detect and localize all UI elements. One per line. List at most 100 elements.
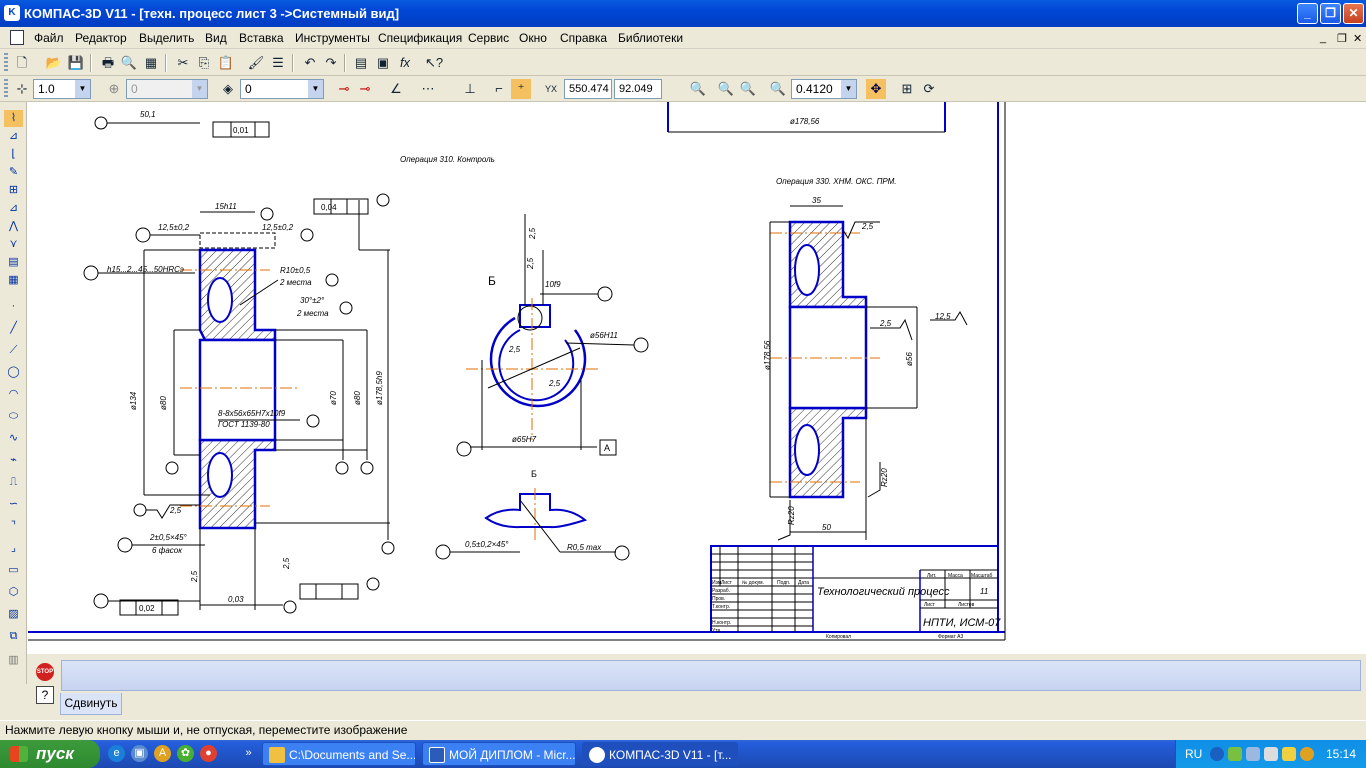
redo-icon[interactable]: ↷ (321, 53, 341, 73)
toolbar-grip[interactable] (4, 53, 8, 73)
save-icon[interactable]: 💾 (66, 53, 86, 73)
hatch-icon[interactable]: ▨ (4, 606, 23, 623)
minimize-button[interactable]: _ (1297, 3, 1318, 24)
circle-icon[interactable]: ◯ (4, 364, 23, 381)
kompas-app-icon[interactable]: K (4, 5, 20, 21)
menu-service[interactable]: Сервис (468, 31, 509, 45)
doc-minimize-icon[interactable]: _ (1320, 32, 1326, 44)
polyline-icon[interactable]: ⎍ (4, 474, 23, 491)
refresh-icon[interactable]: ⟳ (919, 79, 939, 99)
properties-icon[interactable]: ▦ (141, 53, 161, 73)
layers-icon[interactable]: ◈ (218, 79, 238, 99)
library-icon[interactable]: ▣ (373, 53, 393, 73)
list-icon[interactable]: ☰ (268, 53, 288, 73)
snap-settings-icon[interactable]: ⊸ (355, 79, 375, 99)
tray-app-icon[interactable] (1300, 747, 1314, 761)
print-preview-icon[interactable]: 🔍 (119, 53, 139, 73)
task-explorer[interactable]: C:\Documents and Se... (262, 742, 416, 766)
menu-libraries[interactable]: Библиотеки (618, 31, 683, 45)
context-help-icon[interactable]: ↖? (424, 53, 444, 73)
chrome-icon[interactable]: ● (200, 745, 217, 762)
clock[interactable]: 15:14 (1326, 747, 1356, 761)
round-coords-icon[interactable]: ⁺ (511, 79, 531, 99)
language-indicator[interactable]: RU (1185, 747, 1202, 761)
doc-restore-icon[interactable]: ❐ (1337, 32, 1347, 45)
segment-icon[interactable]: ⟋ (4, 342, 23, 359)
nurbs-icon[interactable]: ∿ (4, 430, 23, 447)
open-icon[interactable]: 📂 (44, 53, 64, 73)
menu-file[interactable]: Файл (34, 31, 64, 45)
designations-icon[interactable]: ⌊ (4, 146, 23, 163)
paste-icon[interactable]: 📋 (216, 53, 236, 73)
point-icon[interactable]: · (4, 298, 23, 315)
drawing-canvas[interactable]: 50,1 0,01 ø178,56 Операция 310. Контроль… (27, 102, 1366, 654)
zoom-select[interactable]: 0.4120 ▼ (791, 79, 857, 99)
print-icon[interactable]: 🖶 (98, 53, 118, 73)
select-icon[interactable]: ⋀ (4, 218, 23, 235)
current-layer-select[interactable]: 0 ▼ (240, 79, 324, 99)
toolbar-grip[interactable] (4, 79, 8, 99)
arc-icon[interactable]: ◠ (4, 386, 23, 403)
zoom-in-icon[interactable]: 🔍 (716, 79, 736, 99)
ortho-mode-icon[interactable]: ⌐ (489, 79, 509, 99)
tray-icq-icon[interactable] (1228, 747, 1242, 761)
rectangle-icon[interactable]: ▭ (4, 562, 23, 579)
maximize-button[interactable]: ❐ (1320, 3, 1341, 24)
menu-help[interactable]: Справка (560, 31, 607, 45)
undo-icon[interactable]: ↶ (300, 53, 320, 73)
menu-specification[interactable]: Спецификация (378, 31, 462, 45)
new-document-icon[interactable]: 🗋 (12, 53, 32, 73)
close-button[interactable]: ✕ (1343, 3, 1364, 24)
local-cs-icon[interactable]: ⊥ (460, 79, 480, 99)
spec-icon[interactable]: ▤ (4, 254, 23, 271)
app-icon[interactable]: A (154, 745, 171, 762)
copy-icon[interactable]: ⎘ (194, 53, 214, 73)
grid-icon[interactable]: ⋯ (418, 79, 438, 99)
snap-icon[interactable]: ⊸ (334, 79, 354, 99)
dimensions-icon[interactable]: ⊿ (4, 128, 23, 145)
ellipse-icon[interactable]: ⬭ (4, 408, 23, 425)
menu-tools[interactable]: Инструменты (295, 31, 370, 45)
line-scale-icon[interactable]: ⊹ (12, 79, 32, 99)
spline-icon[interactable]: ⌁ (4, 452, 23, 469)
cut-icon[interactable]: ✂ (173, 53, 193, 73)
polygon-icon[interactable]: ⬡ (4, 584, 23, 601)
show-all-icon[interactable]: ⊞ (897, 79, 917, 99)
chamfer-icon[interactable]: ⌟ (4, 540, 23, 557)
tray-back-icon[interactable] (1210, 747, 1224, 761)
doc-close-icon[interactable]: ✕ (1353, 32, 1362, 45)
icq-icon[interactable]: ✿ (177, 745, 194, 762)
layer-state-select[interactable]: 0 ▼ (126, 79, 208, 99)
zoom-scale-icon[interactable]: 🔍 (768, 79, 788, 99)
pan-icon[interactable]: ✥ (866, 79, 886, 99)
document-icon[interactable] (10, 30, 24, 45)
menu-window[interactable]: Окно (519, 31, 547, 45)
stop-command-icon[interactable]: STOP (36, 663, 54, 681)
menu-view[interactable]: Вид (205, 31, 227, 45)
fillet-icon[interactable]: ⌝ (4, 518, 23, 535)
zoom-window-icon[interactable]: 🔍 (688, 79, 708, 99)
geometry-icon[interactable]: ⌇ (4, 110, 23, 127)
manager-icon[interactable]: ▤ (351, 53, 371, 73)
desktop-icon[interactable]: ▣ (131, 745, 148, 762)
contour-icon[interactable]: ⧉ (4, 628, 23, 645)
orthogonal-icon[interactable]: ∠ (386, 79, 406, 99)
menu-insert[interactable]: Вставка (239, 31, 284, 45)
layer-state-icon[interactable]: ⊕ (104, 79, 124, 99)
menu-select[interactable]: Выделить (139, 31, 194, 45)
edit-icon[interactable]: ✎ (4, 164, 23, 181)
tray-search-icon[interactable] (1264, 747, 1278, 761)
coord-x-field[interactable]: 550.474 (564, 79, 612, 99)
format-painter-icon[interactable]: 🖌 (246, 53, 266, 73)
task-kompas[interactable]: КОМПАС-3D V11 - [т... (582, 742, 738, 766)
expand-icon[interactable]: » (240, 745, 257, 762)
tab-pan[interactable]: Сдвинуть (60, 693, 122, 715)
zoom-out-icon[interactable]: 🔍 (738, 79, 758, 99)
help-icon[interactable]: ? (36, 686, 54, 704)
coord-y-field[interactable]: 92.049 (614, 79, 662, 99)
assoc-views-icon[interactable]: ⋎ (4, 236, 23, 253)
line-scale-select[interactable]: 1.0 ▼ (33, 79, 91, 99)
reports-icon[interactable]: ▦ (4, 272, 23, 289)
menu-edit[interactable]: Редактор (75, 31, 127, 45)
collection-icon[interactable]: ▥ (4, 652, 23, 669)
